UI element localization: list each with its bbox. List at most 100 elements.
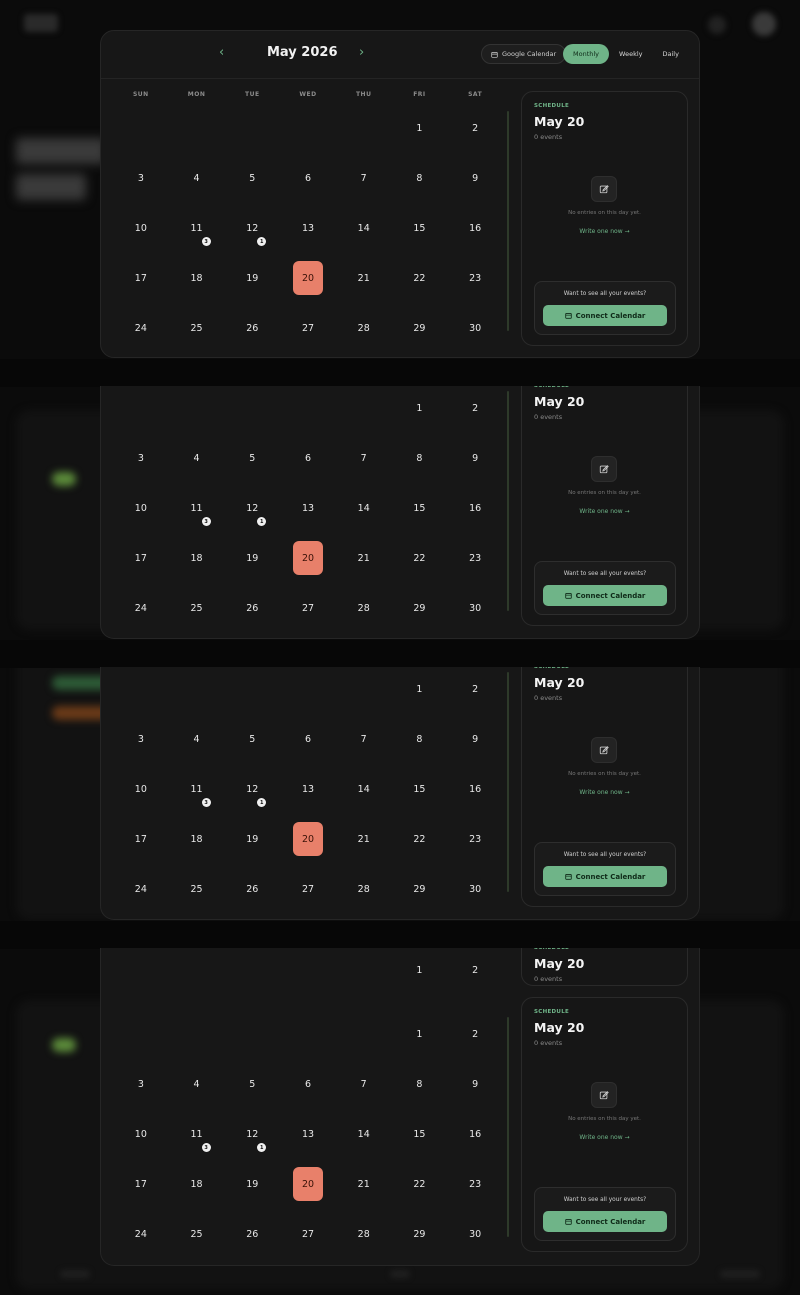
write-one-now-link[interactable]: Write one now → [522,1134,687,1141]
calendar-day[interactable]: 19 [224,533,280,583]
calendar-day[interactable]: 13 [280,203,336,253]
calendar-day[interactable]: 24 [113,864,169,914]
calendar-day[interactable]: 7 [336,153,392,203]
calendar-day[interactable]: 26 [224,864,280,914]
calendar-day-today[interactable]: 20 [280,1159,336,1209]
calendar-day[interactable]: 17 [113,1159,169,1209]
calendar-day[interactable]: 21 [336,253,392,303]
calendar-day[interactable]: 3 [113,1059,169,1109]
calendar-day[interactable]: 1 [392,386,448,433]
calendar-day[interactable]: 9 [447,433,503,483]
calendar-day[interactable]: 6 [280,433,336,483]
calendar-day[interactable]: 26 [224,583,280,633]
calendar-day[interactable]: 5 [224,433,280,483]
calendar-day[interactable]: 3 [113,714,169,764]
calendar-day[interactable]: 27 [280,1209,336,1259]
calendar-day[interactable]: 9 [447,714,503,764]
calendar-day[interactable]: 17 [113,814,169,864]
calendar-day[interactable]: 25 [169,864,225,914]
calendar-day[interactable]: 6 [280,153,336,203]
calendar-day[interactable]: 4 [169,153,225,203]
connect-calendar-button[interactable]: Connect Calendar [543,866,667,887]
calendar-day[interactable]: 9 [447,1059,503,1109]
tab-weekly[interactable]: Weekly [609,44,652,64]
calendar-day[interactable]: 18 [169,1159,225,1209]
calendar-day[interactable]: 6 [280,714,336,764]
calendar-day[interactable]: 5 [224,153,280,203]
calendar-day[interactable]: 1 [392,1009,448,1059]
calendar-day[interactable]: 18 [169,814,225,864]
connect-calendar-button[interactable]: Connect Calendar [543,1211,667,1232]
calendar-day[interactable]: 28 [336,583,392,633]
calendar-day[interactable]: 2 [447,667,503,714]
connect-calendar-button[interactable]: Connect Calendar [543,585,667,606]
write-one-now-link[interactable]: Write one now → [522,789,687,796]
calendar-day[interactable]: 24 [113,583,169,633]
calendar-day[interactable]: 18 [169,253,225,303]
calendar-day[interactable]: 23 [447,1159,503,1209]
calendar-day[interactable]: 1 [392,667,448,714]
calendar-day[interactable]: 8 [392,153,448,203]
calendar-day[interactable]: 14 [336,1109,392,1159]
calendar-day[interactable]: 25 [169,1209,225,1259]
calendar-day[interactable]: 29 [392,1209,448,1259]
calendar-day[interactable]: 12 1 [224,764,280,814]
calendar-day[interactable]: 30 [447,1209,503,1259]
write-one-now-link[interactable]: Write one now → [522,508,687,515]
calendar-day[interactable]: 1 [392,103,448,153]
calendar-day[interactable]: 22 [392,253,448,303]
new-entry-button[interactable] [591,737,617,763]
calendar-day[interactable]: 23 [447,533,503,583]
calendar-day[interactable]: 24 [113,303,169,353]
calendar-day[interactable]: 17 [113,253,169,303]
calendar-day[interactable]: 4 [169,1059,225,1109]
new-entry-button[interactable] [591,456,617,482]
calendar-day-today[interactable]: 20 [280,253,336,303]
calendar-day[interactable]: 13 [280,764,336,814]
calendar-day[interactable]: 14 [336,764,392,814]
calendar-day[interactable]: 3 [113,153,169,203]
calendar-day[interactable]: 13 [280,483,336,533]
calendar-day[interactable]: 7 [336,714,392,764]
calendar-day[interactable]: 16 [447,1109,503,1159]
calendar-day[interactable]: 11 3 [169,483,225,533]
calendar-day[interactable]: 2 [447,386,503,433]
calendar-day[interactable]: 17 [113,533,169,583]
calendar-day[interactable]: 13 [280,1109,336,1159]
calendar-day[interactable]: 21 [336,533,392,583]
write-one-now-link[interactable]: Write one now → [522,228,687,235]
calendar-day[interactable]: 19 [224,1159,280,1209]
calendar-day[interactable]: 15 [392,764,448,814]
calendar-day[interactable]: 30 [447,303,503,353]
calendar-day[interactable]: 8 [392,714,448,764]
google-calendar-button[interactable]: Google Calendar [481,44,567,64]
calendar-day[interactable]: 28 [336,303,392,353]
calendar-day[interactable]: 8 [392,433,448,483]
calendar-day[interactable]: 10 [113,1109,169,1159]
connect-calendar-button[interactable]: Connect Calendar [543,305,667,326]
calendar-day[interactable]: 29 [392,864,448,914]
calendar-day[interactable]: 3 [113,433,169,483]
calendar-day[interactable]: 8 [392,1059,448,1109]
calendar-day[interactable]: 22 [392,1159,448,1209]
calendar-day[interactable]: 30 [447,864,503,914]
calendar-day[interactable]: 5 [224,1059,280,1109]
calendar-day[interactable]: 7 [336,1059,392,1109]
calendar-day[interactable]: 6 [280,1059,336,1109]
calendar-day[interactable]: 7 [336,433,392,483]
calendar-day[interactable]: 29 [392,583,448,633]
calendar-day[interactable]: 19 [224,814,280,864]
calendar-day[interactable]: 11 3 [169,1109,225,1159]
calendar-day[interactable]: 22 [392,814,448,864]
calendar-day[interactable]: 12 1 [224,483,280,533]
new-entry-button[interactable] [591,1082,617,1108]
calendar-day[interactable]: 30 [447,583,503,633]
calendar-day[interactable]: 14 [336,483,392,533]
tab-daily[interactable]: Daily [653,44,689,64]
calendar-day[interactable]: 5 [224,714,280,764]
calendar-day[interactable]: 23 [447,814,503,864]
calendar-day[interactable]: 2 [447,103,503,153]
calendar-day[interactable]: 27 [280,583,336,633]
calendar-day[interactable]: 21 [336,814,392,864]
calendar-day[interactable]: 27 [280,864,336,914]
